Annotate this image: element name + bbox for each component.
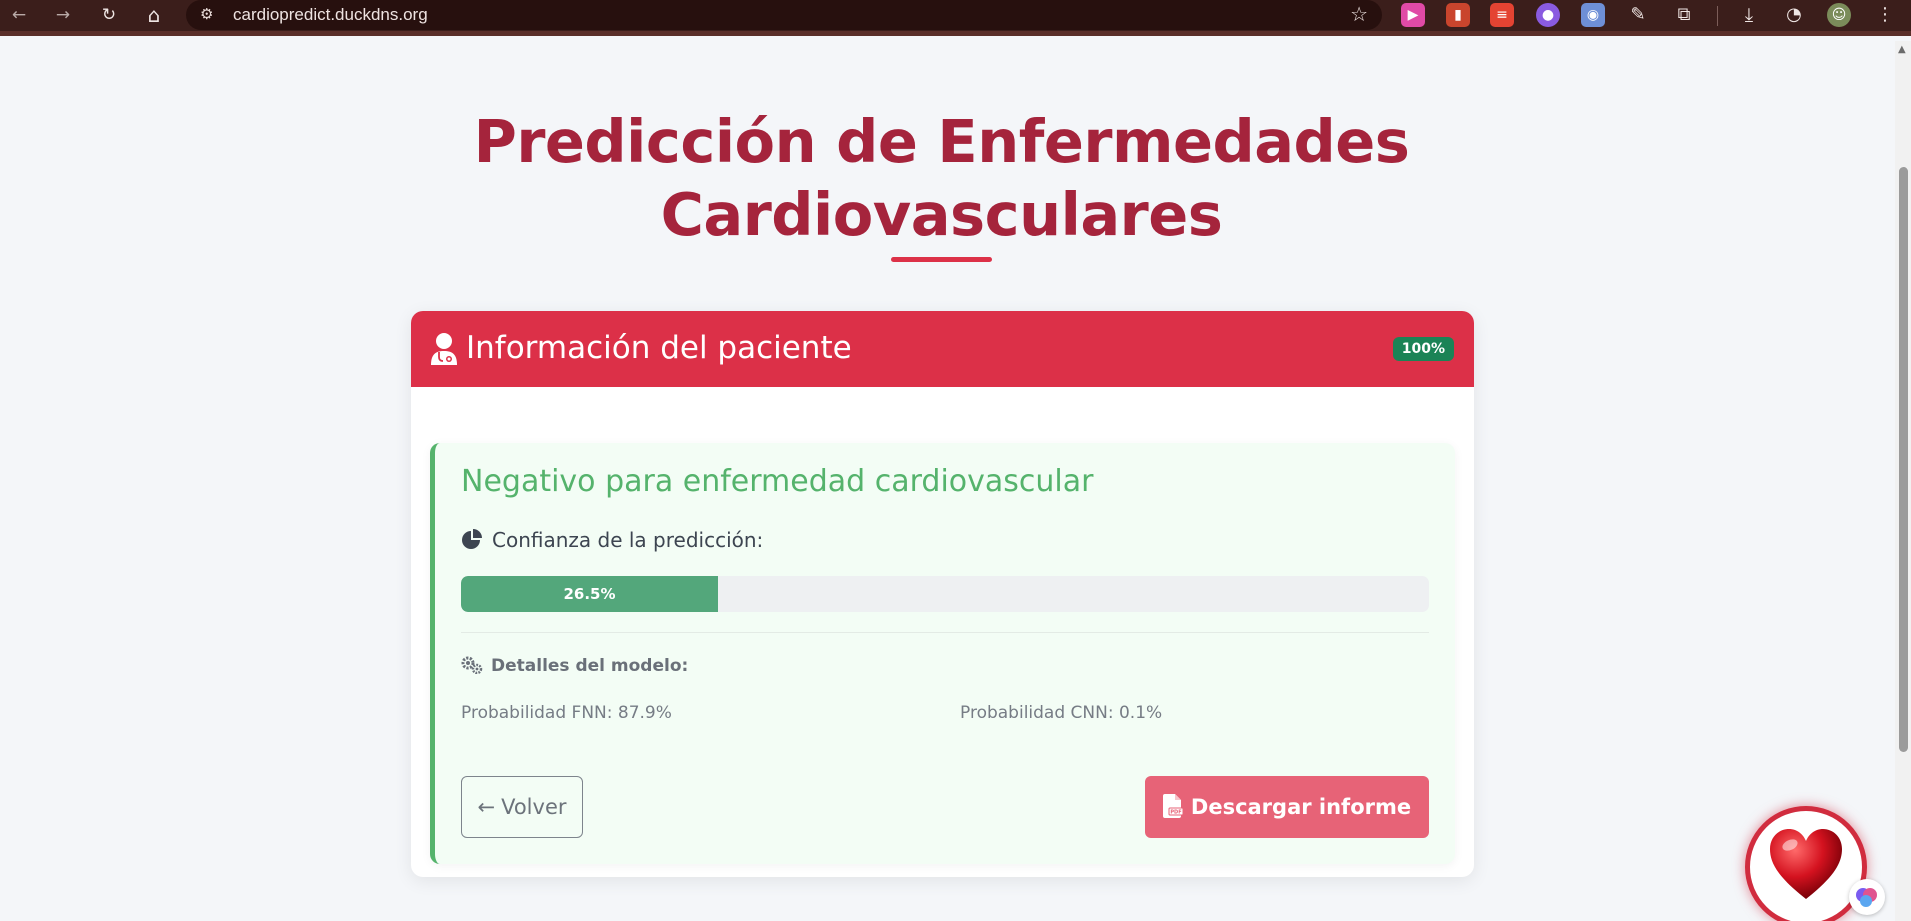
card-header: Información del paciente 100% — [411, 311, 1474, 387]
model-details-title: Detalles del modelo: — [491, 656, 689, 676]
page-title-line-1: Predicción de Enfermedades — [473, 107, 1410, 176]
confidence-label: Confianza de la predicción: — [492, 528, 764, 552]
eyedropper-extension-icon[interactable]: ✎ — [1626, 3, 1650, 27]
puzzle-extensions-icon[interactable]: ⧉ — [1672, 3, 1696, 27]
reload-icon[interactable]: ↻ — [94, 3, 124, 27]
performance-icon[interactable]: ◔ — [1782, 3, 1806, 27]
todoist-extension-icon[interactable]: ≡ — [1490, 3, 1514, 27]
back-nav-icon[interactable]: ← — [4, 3, 34, 27]
result-title: Negativo para enfermedad cardiovascular — [461, 464, 1094, 499]
card-header-title: Información del paciente — [466, 330, 852, 366]
bookmark-star-icon[interactable]: ☆ — [1350, 2, 1368, 26]
download-button-label: Descargar informe — [1190, 795, 1412, 819]
forward-nav-icon[interactable]: → — [48, 3, 78, 27]
back-button-label: Volver — [501, 795, 567, 819]
arrow-left-icon: ← — [477, 795, 496, 819]
incognito-extension-icon[interactable]: ◉ — [1581, 3, 1605, 27]
brain-assistant-icon[interactable] — [1849, 879, 1885, 915]
pdf-file-icon: PDF — [1162, 794, 1183, 818]
profile-avatar[interactable]: ☺ — [1827, 3, 1851, 27]
page-title-line-2: Cardiovasculares — [660, 180, 1223, 249]
prediction-result-panel: Negativo para enfermedad cardiovascular … — [430, 443, 1455, 864]
cnn-probability: Probabilidad CNN: 0.1% — [960, 703, 1163, 723]
page-title: Predicción de Enfermedades Cardiovascula… — [0, 105, 1883, 251]
browser-toolbar: ← → ↻ ⌂ ⚙ cardiopredict.duckdns.org ☆ ▶ … — [0, 0, 1911, 36]
site-settings-icon[interactable]: ⚙ — [200, 5, 213, 23]
download-icon[interactable]: ⤓ — [1737, 3, 1761, 27]
heart-icon — [1770, 829, 1842, 899]
book-extension-icon[interactable]: ▮ — [1446, 3, 1470, 27]
page-scrollbar[interactable]: ▲ — [1895, 41, 1911, 921]
home-icon[interactable]: ⌂ — [139, 3, 169, 27]
svg-text:PDF: PDF — [1170, 810, 1181, 816]
confidence-progress-fill: 26.5% — [461, 576, 718, 612]
title-underline-decoration — [891, 257, 992, 262]
pie-chart-icon — [462, 529, 482, 549]
patient-info-card: Información del paciente 100% Negativo p… — [411, 311, 1474, 877]
progress-badge: 100% — [1392, 337, 1454, 361]
user-doctor-icon — [431, 333, 457, 365]
back-button[interactable]: ← Volver — [461, 776, 583, 838]
address-url[interactable]: cardiopredict.duckdns.org — [233, 5, 428, 25]
address-bar[interactable]: ⚙ cardiopredict.duckdns.org ☆ — [186, 0, 1382, 30]
confidence-progress-track: 26.5% — [461, 576, 1429, 612]
scroll-thumb[interactable] — [1899, 167, 1908, 752]
gears-icon — [461, 656, 483, 674]
video-extension-icon[interactable]: ▶ — [1401, 3, 1425, 27]
toolbar-divider — [1717, 6, 1718, 26]
section-divider — [461, 632, 1429, 633]
scroll-up-arrow-icon[interactable]: ▲ — [1898, 44, 1906, 55]
fnn-probability: Probabilidad FNN: 87.9% — [461, 703, 672, 723]
menu-icon[interactable]: ⋮ — [1873, 3, 1897, 27]
download-report-button[interactable]: PDF Descargar informe — [1145, 776, 1429, 838]
brain-extension-icon[interactable]: ● — [1536, 3, 1560, 27]
